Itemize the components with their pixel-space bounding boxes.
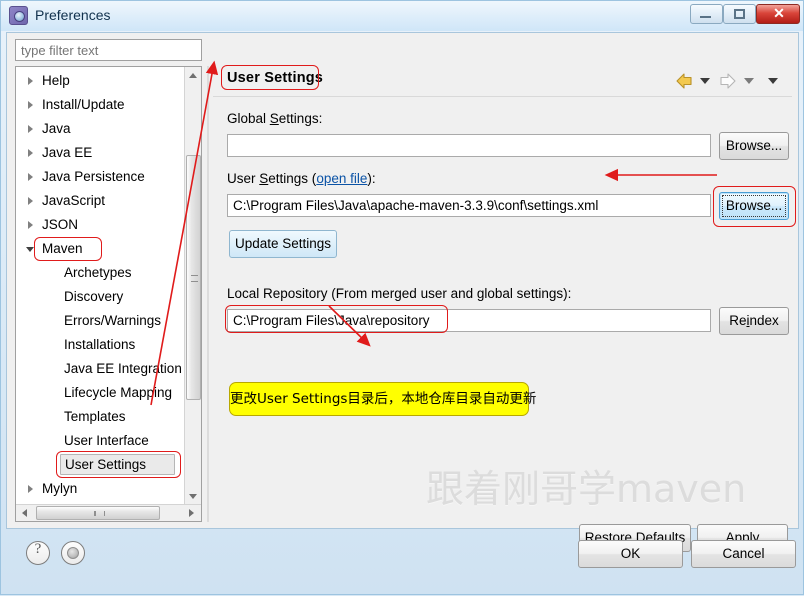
preferences-gear-icon xyxy=(9,6,28,25)
chevron-right-icon[interactable] xyxy=(28,101,33,109)
tree-item-label: Install/Update xyxy=(42,97,125,112)
arrow-left-icon[interactable] xyxy=(674,70,694,92)
preferences-tree[interactable]: Help Install/Update Java Java EE Java Persis… xyxy=(15,66,202,522)
chevron-right-icon[interactable] xyxy=(28,125,33,133)
tree-item-discovery[interactable]: Discovery xyxy=(16,285,184,309)
tree-item-label: Templates xyxy=(64,409,126,424)
window-titlebar: Preferences ✕ xyxy=(1,1,803,31)
chevron-right-icon[interactable] xyxy=(28,77,33,85)
tree-item-lifecycle-mapping[interactable]: Lifecycle Mapping xyxy=(16,381,184,405)
tree-item-list: Help Install/Update Java Java EE Java Persis… xyxy=(16,69,184,521)
chevron-right-icon[interactable] xyxy=(28,173,33,181)
reindex-button[interactable]: Reindex xyxy=(719,307,789,335)
page-title-annotation-box xyxy=(221,65,319,90)
tree-item-java[interactable]: Java xyxy=(16,117,184,141)
tree-item-label: Java Persistence xyxy=(42,169,145,184)
tree-item-javascript[interactable]: JavaScript xyxy=(16,189,184,213)
tree-item-maven[interactable]: Maven xyxy=(16,237,184,261)
close-icon: ✕ xyxy=(773,7,785,22)
chevron-right-icon[interactable] xyxy=(28,197,33,205)
chevron-down-icon[interactable] xyxy=(26,247,34,252)
tree-item-user-interface[interactable]: User Interface xyxy=(16,429,184,453)
local-repository-label: Local Repository (From merged user and g… xyxy=(227,286,572,301)
maximize-button[interactable] xyxy=(723,4,756,24)
global-settings-input[interactable] xyxy=(227,134,711,157)
browse-button-annotation-box xyxy=(713,186,796,227)
page-navigation xyxy=(670,70,788,92)
local-repository-annotation-box xyxy=(225,305,448,333)
question-mark-icon[interactable]: ? xyxy=(26,541,50,565)
annotation-callout: 更改User Settings目录后，本地仓库目录自动更新 xyxy=(229,382,536,416)
tree-selection-annotation-box xyxy=(56,451,181,478)
tree-horizontal-scrollbar[interactable] xyxy=(16,504,201,521)
forward-dropdown-chevron-down-icon[interactable] xyxy=(744,78,754,84)
view-menu-chevron-down-icon[interactable] xyxy=(768,78,778,84)
scroll-left-arrow-icon[interactable] xyxy=(16,505,33,521)
user-settings-page: User Settings Global Settings: Browse...… xyxy=(213,65,796,552)
preferences-window: Preferences ✕ Help Install/Update Java Java… xyxy=(0,0,804,595)
tree-item-label: JSON xyxy=(42,217,79,232)
arrow-right-icon[interactable] xyxy=(718,70,738,92)
tree-item-templates[interactable]: Templates xyxy=(16,405,184,429)
update-settings-button[interactable]: Update Settings xyxy=(229,230,337,258)
global-settings-label: Global Settings: xyxy=(227,111,323,126)
scroll-up-arrow-icon[interactable] xyxy=(185,67,201,84)
open-file-link[interactable]: open file xyxy=(316,171,367,186)
maven-node-annotation-box xyxy=(34,237,102,261)
watermark-text: 跟着刚哥学maven xyxy=(426,467,747,511)
vertical-scroll-thumb[interactable] xyxy=(186,155,201,400)
scroll-right-arrow-icon[interactable] xyxy=(184,505,201,521)
tree-item-label: Java EE xyxy=(42,145,93,160)
ok-button[interactable]: OK xyxy=(578,540,683,568)
global-settings-browse-button[interactable]: Browse... xyxy=(719,132,789,160)
close-button[interactable]: ✕ xyxy=(756,4,800,24)
tree-item-user-settings[interactable]: User Settings xyxy=(16,451,184,478)
tree-item-json[interactable]: JSON xyxy=(16,213,184,237)
tree-item-java-ee-integration[interactable]: Java EE Integration xyxy=(16,357,184,381)
scroll-down-arrow-icon[interactable] xyxy=(185,488,201,505)
window-title: Preferences xyxy=(35,7,111,23)
tree-item-install-update[interactable]: Install/Update xyxy=(16,93,184,117)
tree-item-java-persistence[interactable]: Java Persistence xyxy=(16,165,184,189)
user-settings-label: User Settings (open file): xyxy=(227,171,376,186)
chevron-right-icon[interactable] xyxy=(28,149,33,157)
chevron-right-icon[interactable] xyxy=(28,221,33,229)
header-separator xyxy=(213,96,792,97)
tree-item-label: Installations xyxy=(64,337,136,352)
back-dropdown-chevron-down-icon[interactable] xyxy=(700,78,710,84)
tree-item-label: User Interface xyxy=(64,433,149,448)
tree-item-archetypes[interactable]: Archetypes xyxy=(16,261,184,285)
tree-item-label: Errors/Warnings xyxy=(64,313,162,328)
tree-item-label: Lifecycle Mapping xyxy=(64,385,173,400)
filter-input[interactable] xyxy=(15,39,202,61)
tree-item-label: Archetypes xyxy=(64,265,132,280)
tree-item-errors-warnings[interactable]: Errors/Warnings xyxy=(16,309,184,333)
tree-item-installations[interactable]: Installations xyxy=(16,333,184,357)
tree-item-label: Java xyxy=(42,121,71,136)
horizontal-scroll-thumb[interactable] xyxy=(36,506,160,520)
minimize-button[interactable] xyxy=(690,4,723,24)
tree-item-mylyn[interactable]: Mylyn xyxy=(16,477,184,501)
tree-item-label: Discovery xyxy=(64,289,124,304)
dialog-client-area: Help Install/Update Java Java EE Java Persis… xyxy=(6,32,799,552)
panel-divider[interactable] xyxy=(207,66,209,522)
dialog-footer: ? OK Cancel xyxy=(6,529,799,589)
tree-item-label: Mylyn xyxy=(42,481,78,496)
tree-item-label: Help xyxy=(42,73,70,88)
tree-item-label: Java EE Integration xyxy=(64,361,182,376)
chevron-right-icon[interactable] xyxy=(28,485,33,493)
tree-vertical-scrollbar[interactable] xyxy=(184,67,201,505)
circle-button-icon[interactable] xyxy=(61,541,85,565)
cancel-button[interactable]: Cancel xyxy=(691,540,796,568)
tree-item-help[interactable]: Help xyxy=(16,69,184,93)
user-settings-input[interactable] xyxy=(227,194,711,217)
tree-item-java-ee[interactable]: Java EE xyxy=(16,141,184,165)
tree-item-label: JavaScript xyxy=(42,193,106,208)
